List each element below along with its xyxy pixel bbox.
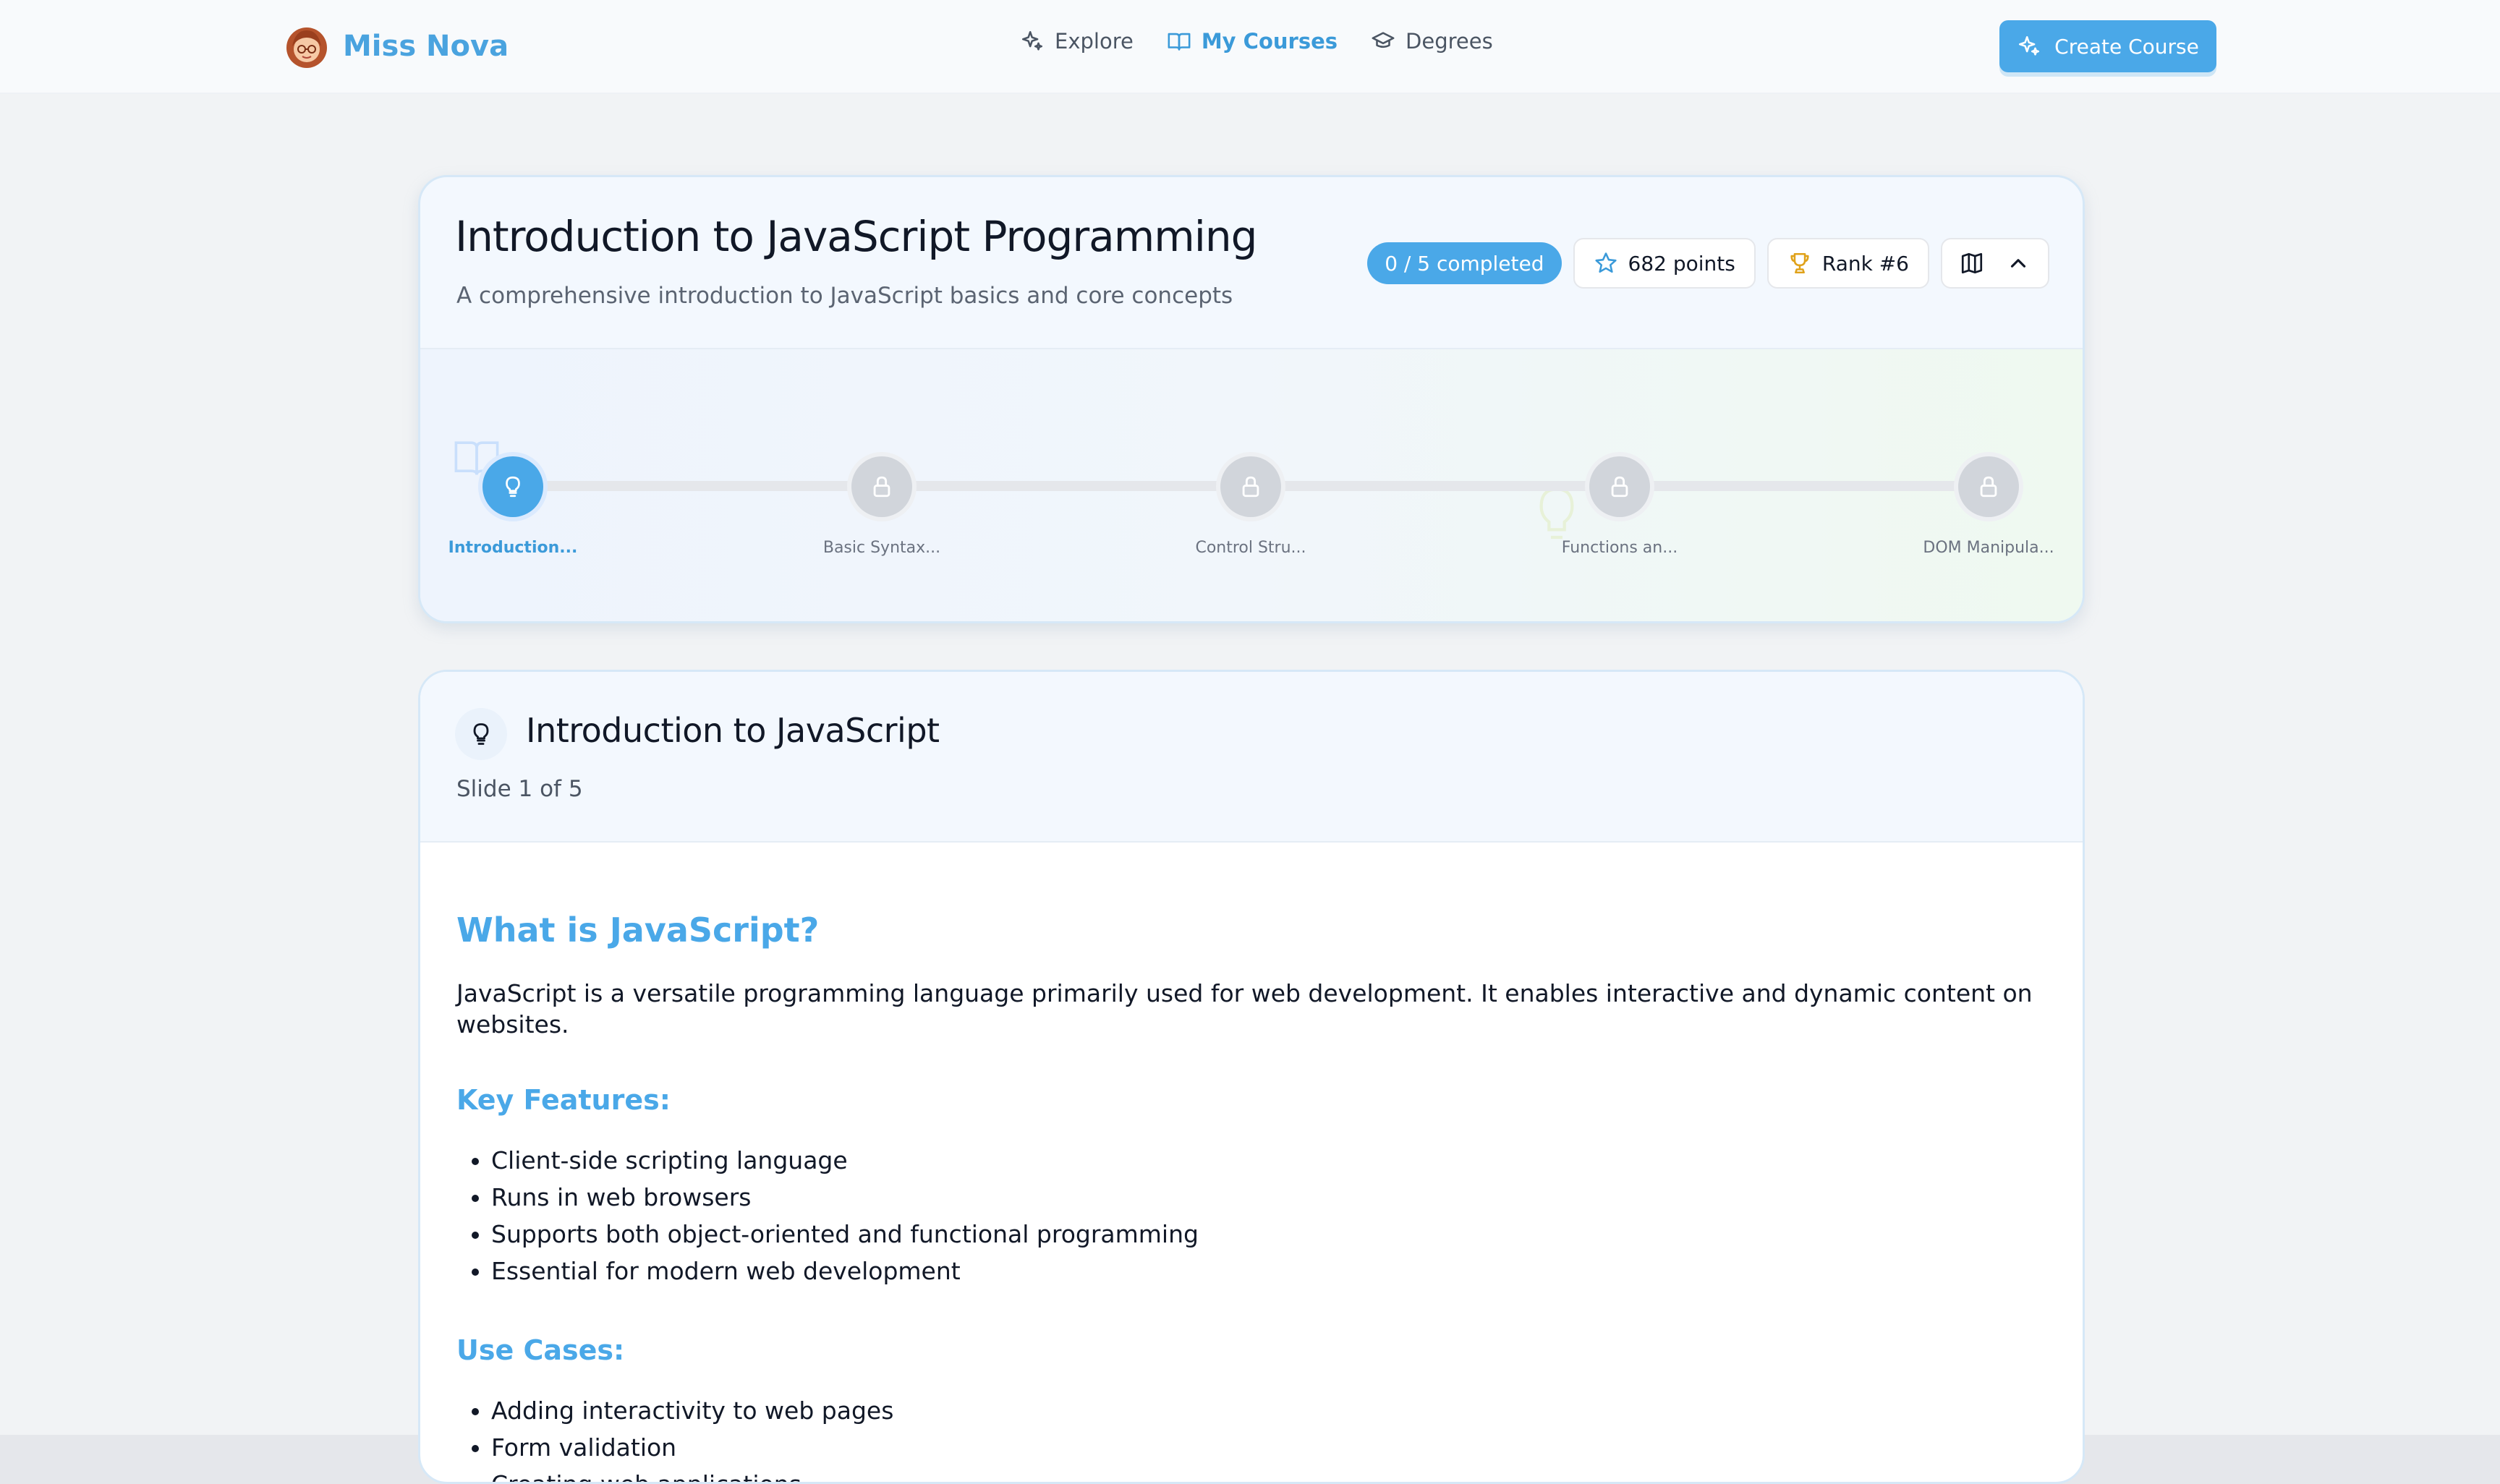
lesson-header: Introduction to JavaScript Slide 1 of 5 bbox=[420, 672, 2083, 843]
course-summary: Introduction to JavaScript Programming A… bbox=[420, 177, 2083, 349]
step-label-basic-syntax: Basic Syntax... bbox=[822, 539, 941, 557]
book-open-icon bbox=[1168, 33, 1191, 51]
brand[interactable]: Miss Nova bbox=[282, 22, 509, 71]
miss-nova-avatar-icon bbox=[286, 27, 327, 68]
step-control-structures[interactable] bbox=[1220, 456, 1281, 517]
lesson-intro: JavaScript is a versatile programming la… bbox=[456, 979, 2033, 1039]
trophy-icon bbox=[1790, 252, 1809, 274]
list-item: Essential for modern web development bbox=[491, 1253, 2048, 1289]
lock-icon bbox=[1242, 476, 1259, 498]
lightbulb-icon bbox=[506, 476, 520, 498]
star-icon bbox=[1594, 252, 1617, 273]
course-title: Introduction to JavaScript Programming bbox=[455, 212, 1257, 261]
course-header-card: Introduction to JavaScript Programming A… bbox=[418, 175, 2085, 623]
step-functions[interactable] bbox=[1589, 456, 1650, 517]
slide-counter: Slide 1 of 5 bbox=[456, 776, 583, 802]
nav-explore-label: Explore bbox=[1055, 29, 1134, 54]
nav-my-courses[interactable]: My Courses bbox=[1167, 29, 1338, 54]
top-navigation: Miss Nova Explore My Courses Degrees Cre… bbox=[0, 0, 2500, 94]
list-item: Adding interactivity to web pages bbox=[491, 1392, 2048, 1429]
nav-my-courses-label: My Courses bbox=[1201, 29, 1338, 54]
completion-badge: 0 / 5 completed bbox=[1367, 242, 1562, 284]
course-description: A comprehensive introduction to JavaScri… bbox=[456, 283, 1233, 309]
lesson-heading: What is JavaScript? bbox=[456, 911, 820, 950]
step-label-control-structures: Control Stru... bbox=[1195, 539, 1306, 557]
list-item: Supports both object-oriented and functi… bbox=[491, 1216, 2048, 1253]
nav-explore[interactable]: Explore bbox=[1020, 29, 1134, 54]
lightbulb-icon bbox=[1539, 487, 1574, 540]
sparkles-icon bbox=[2019, 35, 2040, 56]
rank-label: Rank #6 bbox=[1821, 251, 1909, 276]
rank-pill[interactable]: Rank #6 bbox=[1766, 238, 1929, 289]
points-pill[interactable]: 682 points bbox=[1573, 238, 1756, 289]
list-item: Creating web applications bbox=[491, 1466, 2048, 1482]
nav-degrees[interactable]: Degrees bbox=[1371, 29, 1493, 54]
lesson-icon bbox=[455, 708, 507, 760]
lock-icon bbox=[1980, 476, 1997, 498]
step-introduction[interactable] bbox=[482, 456, 543, 517]
course-stats: 0 / 5 completed 682 points Rank #6 bbox=[1367, 238, 2049, 289]
list-item: Runs in web browsers bbox=[491, 1179, 2048, 1216]
lock-icon bbox=[873, 476, 890, 498]
lesson-card: Introduction to JavaScript Slide 1 of 5 … bbox=[418, 670, 2085, 1484]
features-list: Client-side scripting language Runs in w… bbox=[456, 1142, 2048, 1289]
graduation-cap-icon bbox=[1372, 32, 1395, 48]
create-course-label: Create Course bbox=[2054, 34, 2199, 59]
step-label-introduction: Introduction... bbox=[448, 539, 578, 557]
lightbulb-icon bbox=[473, 723, 489, 745]
use-cases-list: Adding interactivity to web pages Form v… bbox=[456, 1392, 2048, 1482]
nav-degrees-label: Degrees bbox=[1406, 29, 1493, 54]
step-basic-syntax[interactable] bbox=[851, 456, 912, 517]
step-label-dom-manipulation: DOM Manipula... bbox=[1923, 539, 2054, 557]
lesson-content: What is JavaScript? JavaScript is a vers… bbox=[456, 911, 2048, 1482]
list-item: Client-side scripting language bbox=[491, 1142, 2048, 1179]
use-cases-heading: Use Cases: bbox=[456, 1334, 625, 1366]
create-course-button[interactable]: Create Course bbox=[1999, 20, 2216, 72]
points-label: 682 points bbox=[1628, 251, 1735, 276]
main-nav: Explore My Courses Degrees bbox=[1020, 29, 1493, 54]
lesson-title: Introduction to JavaScript bbox=[526, 711, 940, 750]
lock-icon bbox=[1611, 476, 1628, 498]
list-item: Form validation bbox=[491, 1429, 2048, 1466]
roadmap-toggle[interactable] bbox=[1941, 238, 2049, 289]
map-icon bbox=[1961, 252, 1983, 274]
features-heading: Key Features: bbox=[456, 1083, 671, 1116]
step-label-functions: Functions an... bbox=[1561, 539, 1678, 557]
sparkles-icon bbox=[1021, 30, 1043, 51]
chevron-up-icon bbox=[2010, 259, 2026, 268]
step-dom-manipulation[interactable] bbox=[1958, 456, 2019, 517]
brand-name: Miss Nova bbox=[343, 30, 509, 63]
